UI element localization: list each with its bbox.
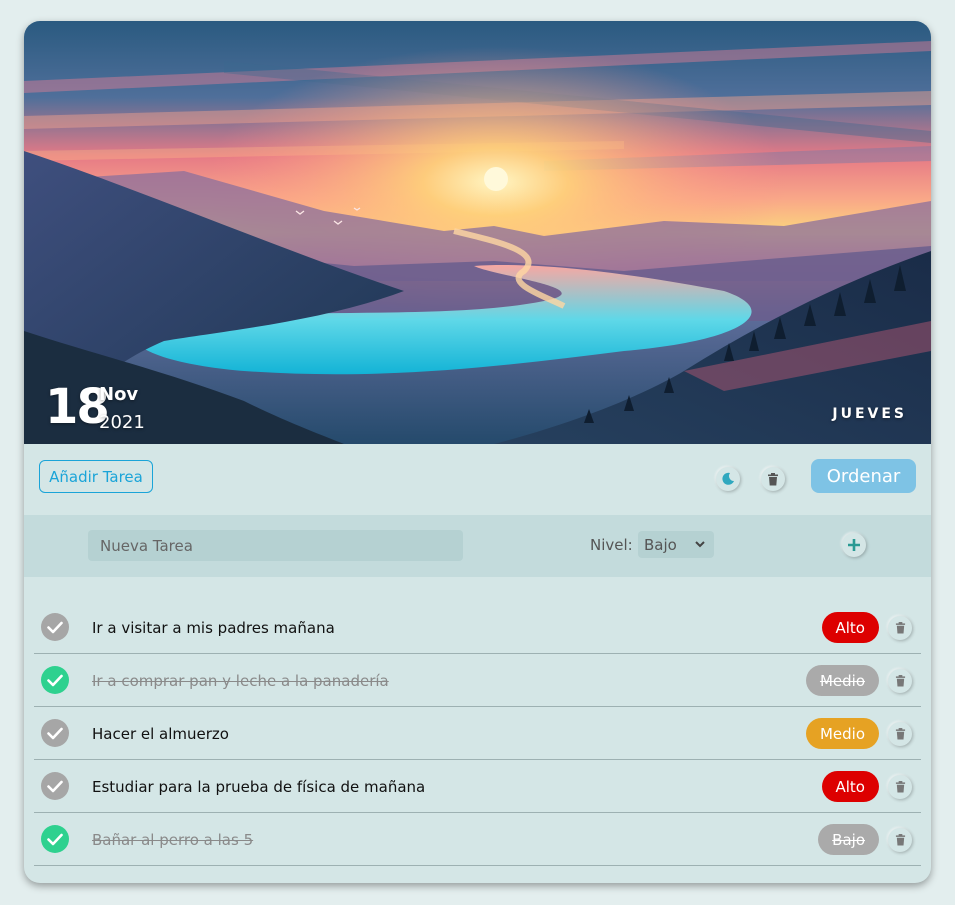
sort-button[interactable]: Ordenar — [811, 459, 916, 493]
new-task-row: Nivel: Bajo — [24, 515, 931, 577]
level-select-value: Bajo — [644, 535, 677, 554]
checkmark-icon — [47, 674, 63, 686]
todo-card: 18 Nov 2021 JUEVES Añadir Tarea Ordenar … — [24, 21, 931, 883]
delete-task-button[interactable] — [888, 616, 912, 640]
checkmark-icon — [47, 621, 63, 633]
task-level-badge[interactable]: Medio — [805, 718, 879, 749]
task-text: Ir a comprar pan y leche a la panadería — [92, 672, 389, 690]
task-level-badge[interactable]: Bajo — [818, 824, 879, 855]
task-text: Ir a visitar a mis padres mañana — [92, 619, 335, 637]
plus-icon — [848, 539, 860, 551]
task-level-badge[interactable]: Medio — [805, 665, 879, 696]
trash-icon — [895, 622, 905, 634]
delete-task-button[interactable] — [888, 828, 912, 852]
task-row: Estudiar para la prueba de física de mañ… — [34, 760, 921, 813]
add-task-button[interactable]: Añadir Tarea — [39, 460, 153, 493]
task-complete-toggle[interactable] — [41, 666, 69, 694]
delete-task-button[interactable] — [888, 722, 912, 746]
trash-icon — [895, 728, 905, 740]
task-complete-toggle[interactable] — [41, 825, 69, 853]
task-text: Hacer el almuerzo — [92, 725, 229, 743]
moon-icon — [722, 472, 734, 485]
task-list: Ir a visitar a mis padres mañana Alto Ir… — [34, 601, 921, 866]
task-text: Estudiar para la prueba de física de mañ… — [92, 778, 426, 796]
sunset-landscape-illustration — [24, 21, 931, 444]
task-row: Ir a comprar pan y leche a la panadería … — [34, 654, 921, 707]
trash-icon — [895, 781, 905, 793]
checkmark-icon — [47, 833, 63, 845]
trash-icon — [768, 472, 778, 485]
new-task-input[interactable] — [88, 530, 463, 561]
checkmark-icon — [47, 727, 63, 739]
task-level-badge[interactable]: Alto — [821, 771, 879, 802]
delete-task-button[interactable] — [888, 775, 912, 799]
toolbar: Añadir Tarea Ordenar — [24, 444, 931, 515]
trash-icon — [895, 834, 905, 846]
header-image: 18 Nov 2021 JUEVES — [24, 21, 931, 444]
checkmark-icon — [47, 780, 63, 792]
clear-all-button[interactable] — [761, 467, 785, 491]
task-level-badge[interactable]: Alto — [821, 612, 879, 643]
date-year: 2021 — [99, 412, 145, 433]
task-row: Bañar al perro a las 5 Bajo — [34, 813, 921, 866]
trash-icon — [895, 675, 905, 687]
add-new-task-button[interactable] — [842, 533, 866, 557]
delete-task-button[interactable] — [888, 669, 912, 693]
task-row: Ir a visitar a mis padres mañana Alto — [34, 601, 921, 654]
date-month: Nov — [99, 384, 139, 405]
task-complete-toggle[interactable] — [41, 613, 69, 641]
weekday-label: JUEVES — [832, 406, 907, 422]
task-complete-toggle[interactable] — [41, 719, 69, 747]
task-complete-toggle[interactable] — [41, 772, 69, 800]
task-text: Bañar al perro a las 5 — [92, 831, 254, 849]
level-label: Nivel: — [590, 536, 633, 554]
chevron-down-icon — [695, 541, 705, 548]
task-row: Hacer el almuerzo Medio — [34, 707, 921, 760]
level-select[interactable]: Bajo — [638, 531, 714, 558]
theme-toggle-button[interactable] — [716, 467, 740, 491]
